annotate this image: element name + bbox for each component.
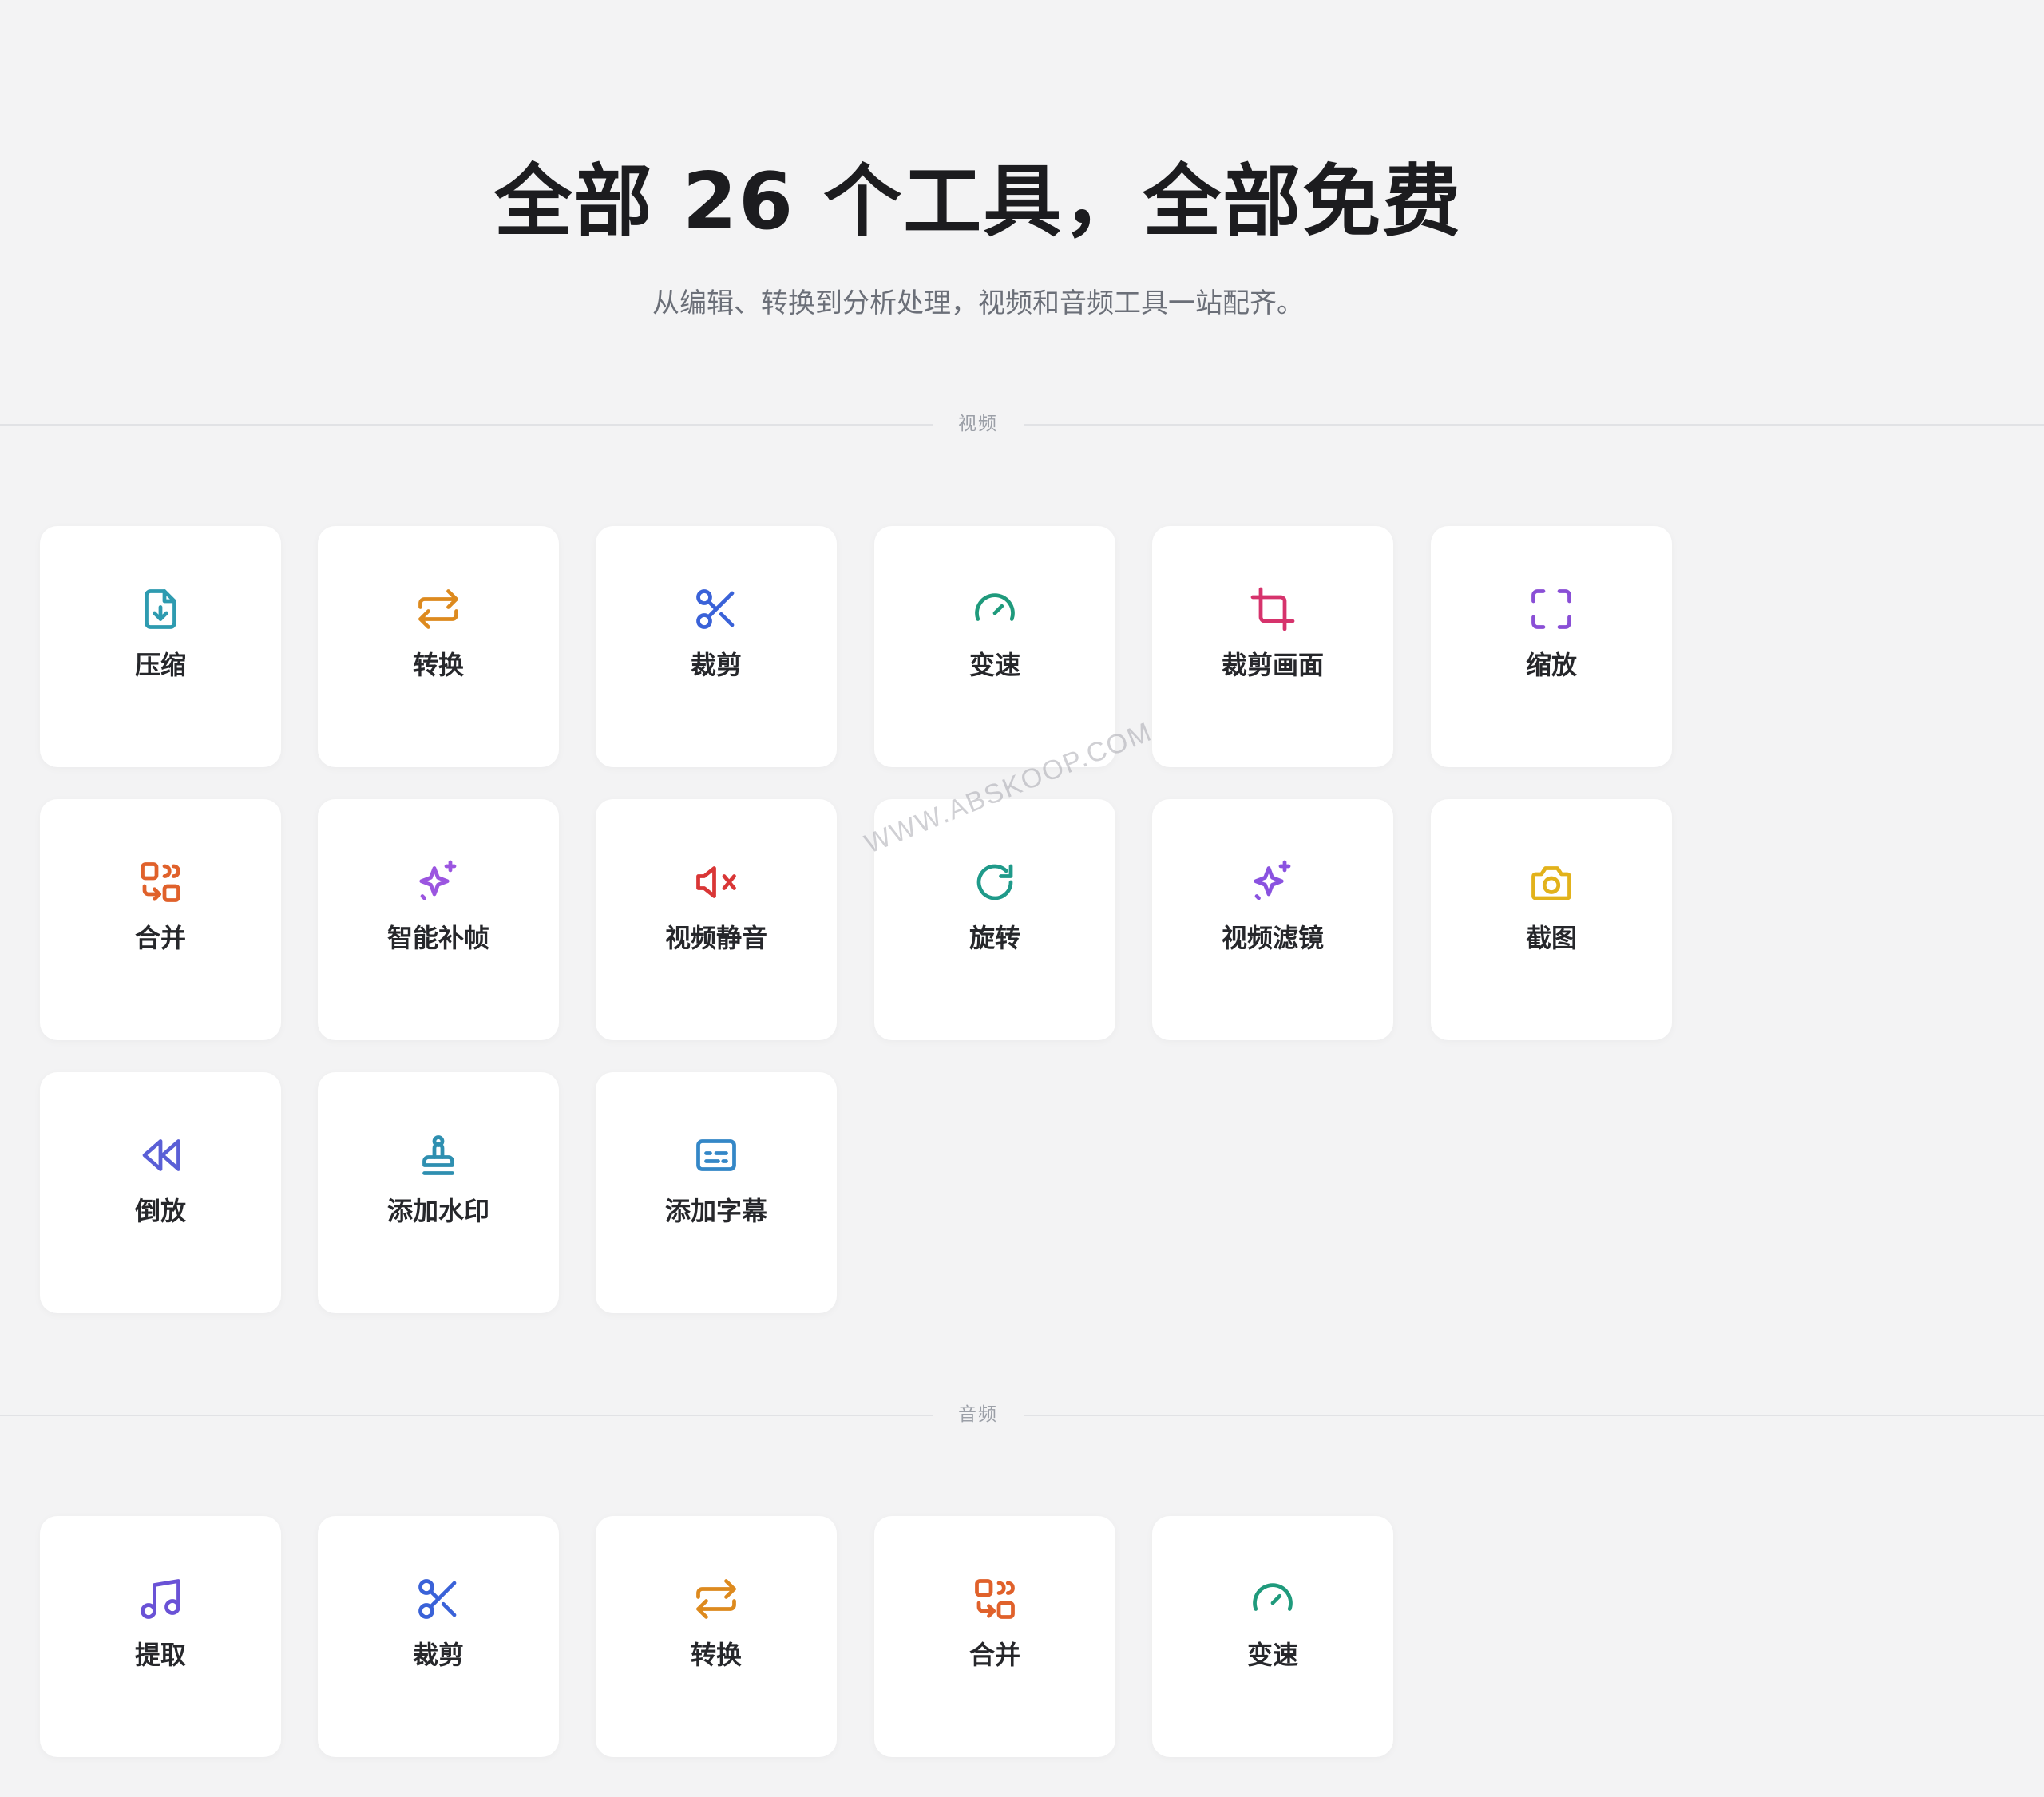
tool-card-video-13[interactable]: 倒放	[40, 1072, 281, 1313]
tool-card-video-7[interactable]: 合并	[40, 799, 281, 1040]
tool-card-video-5[interactable]: 裁剪画面	[1152, 526, 1393, 767]
scissors-icon	[692, 585, 740, 633]
merge-icon	[971, 1575, 1019, 1623]
tool-card-label: 添加水印	[386, 1196, 489, 1226]
tool-card-label: 变速	[1246, 1640, 1298, 1670]
tool-card-label: 视频静音	[664, 923, 767, 953]
tool-card-audio-3[interactable]: 转换	[596, 1516, 837, 1757]
divider-line	[0, 1415, 933, 1416]
speedometer-icon	[971, 585, 1019, 633]
tool-card-label: 截图	[1525, 923, 1577, 953]
tool-card-label: 添加字幕	[664, 1196, 767, 1226]
tool-card-video-14[interactable]: 添加水印	[318, 1072, 559, 1313]
tool-card-video-4[interactable]: 变速	[874, 526, 1115, 767]
tool-card-label: 压缩	[134, 650, 186, 680]
tool-card-video-12[interactable]: 截图	[1431, 799, 1672, 1040]
divider-line	[1024, 1415, 2044, 1416]
camera-icon	[1527, 858, 1575, 906]
tool-card-label: 视频滤镜	[1221, 923, 1324, 953]
tool-card-video-11[interactable]: 视频滤镜	[1152, 799, 1393, 1040]
tool-card-video-9[interactable]: 视频静音	[596, 799, 837, 1040]
page-title: 全部 26 个工具，全部免费	[493, 156, 1463, 247]
stamp-icon	[414, 1131, 462, 1179]
sparkles-icon	[414, 858, 462, 906]
tool-card-video-1[interactable]: 压缩	[40, 526, 281, 767]
tool-card-audio-5[interactable]: 变速	[1152, 1516, 1393, 1757]
page-subtitle: 从编辑、转换到分析处理，视频和音频工具一站配齐。	[652, 287, 1304, 319]
tool-card-label: 缩放	[1525, 650, 1577, 680]
tool-card-audio-4[interactable]: 合并	[874, 1516, 1115, 1757]
tool-card-label: 提取	[134, 1640, 186, 1670]
rotate-icon	[971, 858, 1019, 906]
tool-card-audio-2[interactable]: 裁剪	[318, 1516, 559, 1757]
tool-card-label: 旋转	[969, 923, 1020, 953]
divider-line	[1024, 424, 2044, 426]
tool-card-label: 倒放	[134, 1196, 186, 1226]
section-divider-video: 视频	[0, 414, 2044, 434]
tool-card-video-6[interactable]: 缩放	[1431, 526, 1672, 767]
music-note-icon	[137, 1575, 184, 1623]
merge-icon	[137, 858, 184, 906]
tool-card-label: 转换	[412, 650, 464, 680]
tool-card-audio-1[interactable]: 提取	[40, 1516, 281, 1757]
tool-card-video-2[interactable]: 转换	[318, 526, 559, 767]
arrows-repeat-icon	[692, 1575, 740, 1623]
tool-card-video-3[interactable]: 裁剪	[596, 526, 837, 767]
file-download-icon	[137, 585, 184, 633]
tool-card-label: 裁剪	[412, 1640, 464, 1670]
section-label-video: 视频	[958, 414, 998, 434]
tool-card-label: 合并	[134, 923, 186, 953]
tool-card-video-10[interactable]: 旋转	[874, 799, 1115, 1040]
tool-card-label: 转换	[690, 1640, 742, 1670]
crop-icon	[1249, 585, 1297, 633]
tool-card-label: 合并	[969, 1640, 1020, 1670]
section-divider-audio: 音频	[0, 1404, 2044, 1425]
sparkles-icon	[1249, 858, 1297, 906]
subtitles-icon	[692, 1131, 740, 1179]
tool-card-label: 智能补帧	[386, 923, 489, 953]
tool-card-video-15[interactable]: 添加字幕	[596, 1072, 837, 1313]
tool-card-label: 裁剪画面	[1221, 650, 1324, 680]
speedometer-icon	[1249, 1575, 1297, 1623]
volume-mute-icon	[692, 858, 740, 906]
rewind-icon	[137, 1131, 184, 1179]
tool-card-label: 裁剪	[690, 650, 742, 680]
divider-line	[0, 424, 933, 426]
section-label-audio: 音频	[958, 1404, 998, 1425]
tool-card-label: 变速	[969, 650, 1020, 680]
fullscreen-icon	[1527, 585, 1575, 633]
arrows-repeat-icon	[414, 585, 462, 633]
tool-card-video-8[interactable]: 智能补帧	[318, 799, 559, 1040]
scissors-icon	[414, 1575, 462, 1623]
